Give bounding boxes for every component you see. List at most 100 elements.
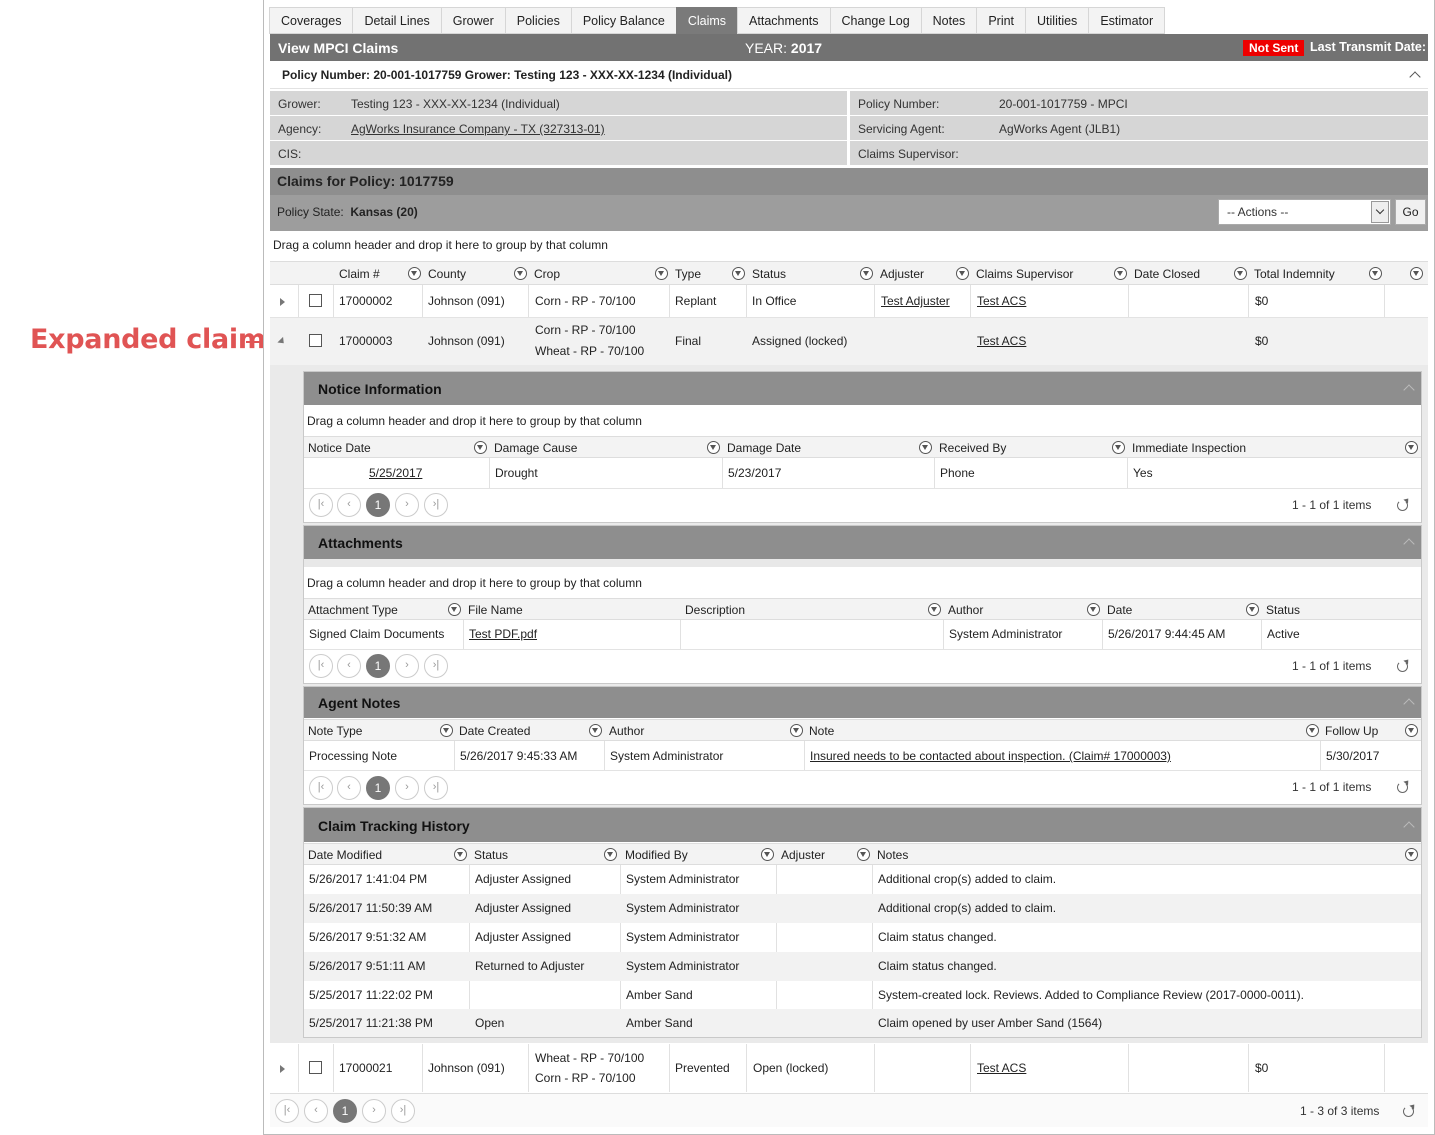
- col-date-modified[interactable]: Date Modified: [308, 848, 382, 862]
- col-crop[interactable]: Crop: [534, 267, 560, 281]
- supervisor-link[interactable]: Test ACS: [977, 334, 1026, 348]
- tab-claims[interactable]: Claims: [675, 7, 738, 34]
- tab-grower[interactable]: Grower: [440, 7, 505, 34]
- current-page[interactable]: 1: [366, 493, 390, 517]
- row-checkbox[interactable]: [309, 294, 322, 307]
- filter-icon[interactable]: [1114, 267, 1127, 280]
- prev-page-button[interactable]: [304, 1099, 328, 1123]
- filter-icon[interactable]: [1405, 848, 1418, 861]
- col-claim-number[interactable]: Claim #: [339, 267, 380, 281]
- next-page-button[interactable]: [395, 654, 419, 678]
- refresh-icon[interactable]: [1397, 661, 1408, 672]
- refresh-icon[interactable]: [1397, 500, 1408, 511]
- attachments-header[interactable]: Attachments: [304, 526, 1421, 559]
- last-page-button[interactable]: [424, 493, 448, 517]
- tab-notes[interactable]: Notes: [920, 7, 977, 34]
- table-row[interactable]: 17000021 Johnson (091) Wheat - RP - 70/1…: [270, 1044, 1428, 1092]
- adjuster-link[interactable]: Test Adjuster: [881, 294, 950, 308]
- chevron-up-icon[interactable]: [1403, 384, 1415, 396]
- col-damage-date[interactable]: Damage Date: [727, 441, 801, 455]
- filter-icon[interactable]: [514, 267, 527, 280]
- chevron-up-icon[interactable]: [1403, 698, 1415, 710]
- collapse-icon[interactable]: [277, 336, 287, 347]
- col-modified-by[interactable]: Modified By: [625, 848, 688, 862]
- col-note-type[interactable]: Note Type: [308, 724, 362, 738]
- col-date-closed[interactable]: Date Closed: [1134, 267, 1200, 281]
- notice-header[interactable]: Notice Information: [304, 372, 1421, 405]
- tab-attachments[interactable]: Attachments: [737, 7, 830, 34]
- row-checkbox[interactable]: [309, 1061, 322, 1074]
- first-page-button[interactable]: [309, 654, 333, 678]
- filter-icon[interactable]: [732, 267, 745, 280]
- next-page-button[interactable]: [395, 493, 419, 517]
- filter-icon[interactable]: [1112, 441, 1125, 454]
- col-attachment-type[interactable]: Attachment Type: [308, 603, 398, 617]
- col-author[interactable]: Author: [948, 603, 983, 617]
- row-checkbox[interactable]: [309, 334, 322, 347]
- col-total-indemnity[interactable]: Total Indemnity: [1254, 267, 1335, 281]
- filter-icon[interactable]: [408, 267, 421, 280]
- note-link[interactable]: Insured needs to be contacted about insp…: [810, 749, 1171, 763]
- chevron-up-icon[interactable]: [1403, 538, 1415, 550]
- next-page-button[interactable]: [395, 776, 419, 800]
- filter-icon[interactable]: [454, 848, 467, 861]
- col-damage-cause[interactable]: Damage Cause: [494, 441, 577, 455]
- tab-utilities[interactable]: Utilities: [1025, 7, 1089, 34]
- chevron-down-icon[interactable]: [1371, 201, 1389, 223]
- col-claims-supervisor[interactable]: Claims Supervisor: [976, 267, 1073, 281]
- refresh-icon[interactable]: [1403, 1106, 1414, 1117]
- table-row-expanded[interactable]: 17000003 Johnson (091) Corn - RP - 70/10…: [270, 318, 1428, 365]
- actions-select[interactable]: -- Actions --: [1218, 199, 1391, 225]
- tab-policy-balance[interactable]: Policy Balance: [570, 7, 676, 34]
- filter-icon[interactable]: [1087, 603, 1100, 616]
- first-page-button[interactable]: [275, 1099, 299, 1123]
- filter-icon[interactable]: [1410, 267, 1423, 280]
- col-date-created[interactable]: Date Created: [459, 724, 530, 738]
- col-adjuster[interactable]: Adjuster: [880, 267, 924, 281]
- filter-icon[interactable]: [1405, 441, 1418, 454]
- prev-page-button[interactable]: [337, 776, 361, 800]
- col-notes[interactable]: Notes: [877, 848, 908, 862]
- filter-icon[interactable]: [707, 441, 720, 454]
- next-page-button[interactable]: [362, 1099, 386, 1123]
- filter-icon[interactable]: [956, 267, 969, 280]
- col-description[interactable]: Description: [685, 603, 745, 617]
- go-button[interactable]: Go: [1395, 199, 1426, 225]
- col-status[interactable]: Status: [474, 848, 508, 862]
- agent-notes-header[interactable]: Agent Notes: [304, 687, 1421, 718]
- filter-icon[interactable]: [440, 724, 453, 737]
- chevron-up-icon[interactable]: [1403, 821, 1415, 833]
- agency-link[interactable]: AgWorks Insurance Company - TX (327313-0…: [351, 122, 605, 136]
- chevron-up-icon[interactable]: [1409, 71, 1421, 83]
- filter-icon[interactable]: [655, 267, 668, 280]
- filter-icon[interactable]: [761, 848, 774, 861]
- filter-icon[interactable]: [860, 267, 873, 280]
- filter-icon[interactable]: [1369, 267, 1382, 280]
- col-county[interactable]: County: [428, 267, 466, 281]
- col-follow-up[interactable]: Follow Up: [1325, 724, 1378, 738]
- filter-icon[interactable]: [1246, 603, 1259, 616]
- prev-page-button[interactable]: [337, 493, 361, 517]
- current-page[interactable]: 1: [333, 1099, 357, 1123]
- col-status[interactable]: Status: [1266, 603, 1300, 617]
- last-page-button[interactable]: [424, 776, 448, 800]
- last-page-button[interactable]: [391, 1099, 415, 1123]
- tab-detail-lines[interactable]: Detail Lines: [352, 7, 441, 34]
- col-adjuster[interactable]: Adjuster: [781, 848, 825, 862]
- current-page[interactable]: 1: [366, 776, 390, 800]
- col-date[interactable]: Date: [1107, 603, 1132, 617]
- filter-icon[interactable]: [1306, 724, 1319, 737]
- col-note[interactable]: Note: [809, 724, 834, 738]
- filter-icon[interactable]: [919, 441, 932, 454]
- prev-page-button[interactable]: [337, 654, 361, 678]
- supervisor-link[interactable]: Test ACS: [977, 1061, 1026, 1075]
- filter-icon[interactable]: [1234, 267, 1247, 280]
- last-page-button[interactable]: [424, 654, 448, 678]
- col-file-name[interactable]: File Name: [468, 603, 523, 617]
- filter-icon[interactable]: [1405, 724, 1418, 737]
- file-name-link[interactable]: Test PDF.pdf: [469, 627, 537, 641]
- policy-header[interactable]: Policy Number: 20-001-1017759 Grower: Te…: [270, 62, 1428, 89]
- refresh-icon[interactable]: [1397, 782, 1408, 793]
- expand-icon[interactable]: [280, 298, 285, 306]
- col-author[interactable]: Author: [609, 724, 644, 738]
